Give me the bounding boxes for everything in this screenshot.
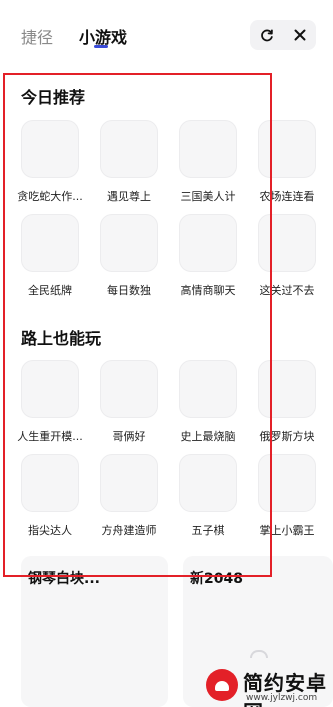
game-item[interactable]: 哥俩好	[90, 360, 168, 460]
game-name: 全民纸牌	[28, 284, 72, 297]
game-thumbnail	[258, 214, 316, 272]
game-item[interactable]: 遇见尊上	[90, 120, 168, 220]
game-item[interactable]: 俄罗斯方块	[248, 360, 326, 460]
game-name: 三国美人计	[180, 190, 236, 203]
game-name: 这关过不去	[259, 284, 315, 297]
game-name: 农场连连看	[259, 190, 315, 203]
game-name: 俄罗斯方块	[259, 430, 315, 443]
game-thumbnail	[100, 360, 158, 418]
game-thumbnail	[100, 454, 158, 512]
game-name: 高情商聊天	[180, 284, 236, 297]
active-tab-indicator	[94, 45, 108, 48]
watermark: 简约安卓网 www.jylzwj.com	[206, 666, 333, 707]
watermark-url: www.jylzwj.com	[246, 693, 318, 703]
game-name: 哥俩好	[112, 430, 146, 443]
game-item[interactable]: 每日数独	[90, 214, 168, 314]
game-thumbnail	[21, 214, 79, 272]
game-thumbnail	[258, 454, 316, 512]
game-card-title: 新2048	[190, 571, 243, 587]
game-thumbnail	[100, 214, 158, 272]
game-item[interactable]: 高情商聊天	[169, 214, 247, 314]
game-item[interactable]: 指尖达人	[11, 454, 89, 554]
close-button[interactable]	[283, 20, 316, 50]
game-name: 方舟建造师	[101, 524, 157, 537]
game-name: 每日数独	[107, 284, 151, 297]
game-thumbnail	[258, 360, 316, 418]
game-item[interactable]: 掌上小霸王	[248, 454, 326, 554]
game-thumbnail	[100, 120, 158, 178]
game-item[interactable]: 贪吃蛇大作...	[11, 120, 89, 220]
game-thumbnail	[179, 214, 237, 272]
refresh-icon	[260, 29, 273, 42]
game-name: 人生重开模...	[17, 430, 83, 443]
game-item[interactable]: 史上最烧脑	[169, 360, 247, 460]
game-thumbnail	[21, 120, 79, 178]
game-item[interactable]: 农场连连看	[248, 120, 326, 220]
game-name: 遇见尊上	[107, 190, 151, 203]
game-name: 掌上小霸王	[259, 524, 315, 537]
game-item[interactable]: 三国美人计	[169, 120, 247, 220]
game-thumbnail	[21, 454, 79, 512]
capsule-menu	[250, 20, 316, 50]
close-icon	[294, 29, 305, 41]
refresh-button[interactable]	[250, 20, 283, 50]
game-item[interactable]: 全民纸牌	[11, 214, 89, 314]
game-thumbnail	[179, 454, 237, 512]
game-name: 史上最烧脑	[180, 430, 236, 443]
game-card-title: 钢琴白块...	[28, 571, 100, 587]
game-item[interactable]: 五子棋	[169, 454, 247, 554]
game-thumbnail	[258, 120, 316, 178]
game-name: 五子棋	[191, 524, 225, 537]
game-item[interactable]: 这关过不去	[248, 214, 326, 314]
section-title-today: 今日推荐	[21, 88, 86, 107]
status-bar	[0, 0, 333, 10]
game-name: 贪吃蛇大作...	[17, 190, 83, 203]
tab-shortcuts[interactable]: 捷径	[21, 24, 53, 48]
game-thumbnail	[179, 360, 237, 418]
android-logo-icon	[206, 669, 238, 701]
header-bar: 捷径 小游戏	[0, 12, 333, 60]
game-thumbnail	[21, 360, 79, 418]
game-item[interactable]: 人生重开模...	[11, 360, 89, 460]
section-title-on-the-road: 路上也能玩	[21, 329, 102, 348]
game-thumbnail	[179, 120, 237, 178]
game-item[interactable]: 方舟建造师	[90, 454, 168, 554]
game-name: 指尖达人	[28, 524, 72, 537]
loading-arc-icon	[250, 650, 268, 658]
